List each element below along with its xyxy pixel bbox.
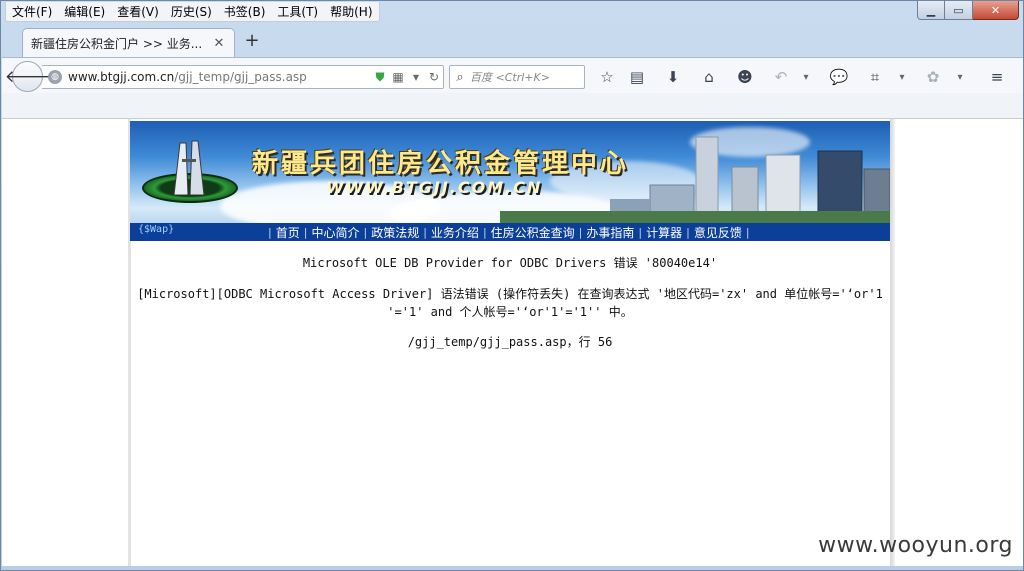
maximize-button[interactable]: ▭ — [945, 1, 973, 20]
undo-icon[interactable]: ↶ — [770, 66, 792, 88]
minimize-button[interactable]: ▁ — [917, 1, 945, 20]
tab-title: 新疆住房公积金门户 >> 业务... — [31, 36, 203, 51]
menu-icon[interactable]: ≡ — [986, 66, 1008, 88]
nav-business[interactable]: 业务介绍 — [431, 224, 479, 241]
crop-icon[interactable]: ⌗ — [864, 66, 886, 88]
menu-bookmarks[interactable]: 书签(B) — [218, 2, 272, 21]
address-bar[interactable]: ◍ www.btgjj.com.cn/gjj_temp/gjj_pass.asp… — [42, 65, 444, 89]
window-controls: ▁ ▭ ✕ — [917, 1, 1019, 20]
home-icon[interactable]: ⌂ — [698, 66, 720, 88]
site-banner: 新疆兵团住房公积金管理中心 WWW.BTGJJ.COM.CN — [130, 121, 890, 223]
search-bar[interactable]: ⌕ 百度 <Ctrl+K> — [449, 65, 585, 89]
tab-active[interactable]: 新疆住房公积金门户 >> 业务... ✕ — [22, 28, 235, 57]
qrcode-icon[interactable]: ▦ — [389, 70, 407, 84]
bookmarks-toolbar — [2, 93, 1023, 119]
skyline-image — [500, 136, 890, 223]
shield-icon[interactable]: ⛊ — [371, 70, 389, 85]
nav-fund-query[interactable]: 住房公积金查询 — [491, 224, 575, 241]
url-text[interactable]: www.btgjj.com.cn/gjj_temp/gjj_pass.asp — [68, 70, 371, 84]
crop-dropdown-icon[interactable]: ▾ — [896, 66, 908, 88]
nav-calculator[interactable]: 计算器 — [646, 224, 682, 241]
menu-view[interactable]: 查看(V) — [111, 2, 165, 21]
error-detail-line-2: '='1' and 个人帐号='‘or'1'='1'' 中。 — [387, 305, 633, 319]
nav-home[interactable]: 首页 — [276, 224, 300, 241]
star-icon[interactable]: ☆ — [596, 66, 618, 88]
error-detail: [Microsoft][ODBC Microsoft Access Driver… — [130, 285, 890, 321]
site-nav-bar: {$Wap} | 首页 | 中心简介 | 政策法规 | 业务介绍 | 住房公积金… — [130, 223, 890, 241]
site-nav-links: | 首页 | 中心简介 | 政策法规 | 业务介绍 | 住房公积金查询 | 办事… — [268, 224, 750, 241]
search-placeholder: 百度 <Ctrl+K> — [470, 71, 550, 84]
error-detail-line-1: [Microsoft][ODBC Microsoft Access Driver… — [137, 287, 883, 301]
nav-about[interactable]: 中心简介 — [311, 224, 359, 241]
menu-help[interactable]: 帮助(H) — [324, 2, 378, 21]
page-right-border — [890, 119, 895, 566]
smiley-icon[interactable]: ☻ — [734, 66, 756, 88]
reload-icon[interactable]: ↻ — [425, 70, 443, 84]
menu-bar: 文件(F) 编辑(E) 查看(V) 历史(S) 书签(B) 工具(T) 帮助(H… — [5, 2, 380, 22]
fortune-dropdown-icon[interactable]: ▾ — [954, 66, 966, 88]
error-location: /gjj_temp/gjj_pass.asp，行 56 — [407, 335, 613, 349]
error-title: Microsoft OLE DB Provider for ODBC Drive… — [302, 256, 718, 270]
wap-link[interactable]: {$Wap} — [138, 224, 174, 235]
dropdown-arrow-icon[interactable]: ▾ — [407, 70, 425, 84]
navigation-toolbar: ◍ www.btgjj.com.cn/gjj_temp/gjj_pass.asp… — [2, 57, 1023, 93]
new-tab-button[interactable]: + — [243, 32, 261, 50]
nav-policy[interactable]: 政策法规 — [371, 224, 419, 241]
menu-file[interactable]: 文件(F) — [6, 2, 58, 21]
search-icon: ⌕ — [456, 69, 464, 85]
menu-history[interactable]: 历史(S) — [165, 2, 218, 21]
chat-icon[interactable]: 💬 — [828, 66, 850, 88]
nav-feedback[interactable]: 意见反馈 — [694, 224, 742, 241]
menu-edit[interactable]: 编辑(E) — [58, 2, 111, 21]
tab-strip: 新疆住房公积金门户 >> 业务... ✕ + — [1, 23, 1023, 57]
download-icon[interactable]: ⬇ — [662, 66, 684, 88]
close-window-button[interactable]: ✕ — [973, 1, 1019, 20]
clipboard-icon[interactable]: ▤ — [626, 66, 648, 88]
fortune-icon[interactable]: ✿ — [922, 66, 944, 88]
browser-window: 文件(F) 编辑(E) 查看(V) 历史(S) 书签(B) 工具(T) 帮助(H… — [0, 0, 1024, 571]
back-button[interactable]: 🡐 — [5, 61, 50, 92]
undo-dropdown-icon[interactable]: ▾ — [800, 66, 812, 88]
menu-tools[interactable]: 工具(T) — [271, 2, 324, 21]
back-arrow-icon: 🡐 — [4, 66, 51, 87]
watermark: www.wooyun.org — [818, 533, 1013, 558]
page-viewport: 新疆兵团住房公积金管理中心 WWW.BTGJJ.COM.CN {$Wap} | … — [2, 119, 1023, 566]
nav-guide[interactable]: 办事指南 — [586, 224, 634, 241]
tab-close-icon[interactable]: ✕ — [212, 36, 226, 51]
logo-icon — [173, 140, 205, 195]
